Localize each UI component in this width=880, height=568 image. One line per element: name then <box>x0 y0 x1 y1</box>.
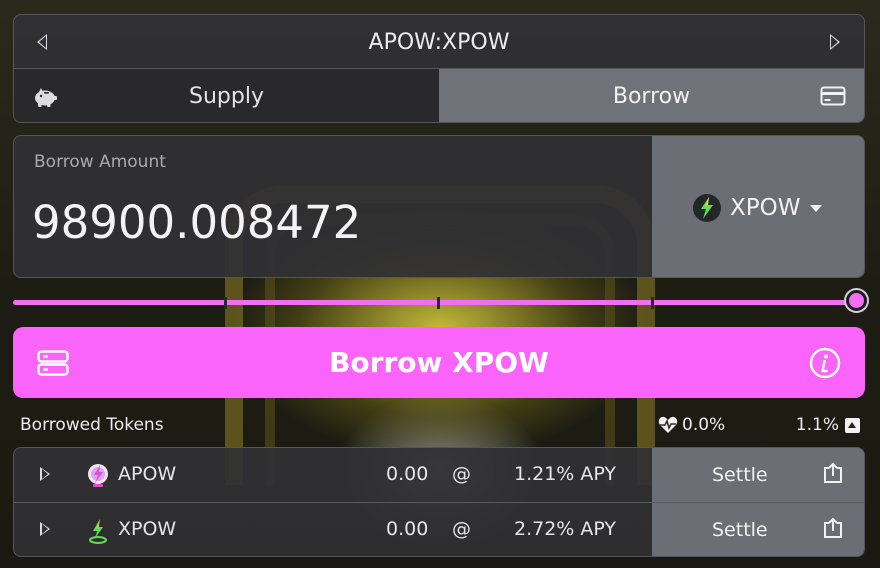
tab-supply-label: Supply <box>189 84 264 109</box>
mode-tabs: Supply Borrow <box>13 68 865 123</box>
pair-title: APOW:XPOW <box>368 30 510 55</box>
borrow-amount-label: Borrow Amount <box>34 152 166 172</box>
token-select[interactable]: XPOW <box>652 136 864 277</box>
slider-thumb[interactable] <box>846 290 867 311</box>
xpow-token-icon <box>89 519 107 544</box>
credit-card-icon <box>820 86 846 106</box>
slider-track <box>13 300 853 305</box>
upload-icon <box>824 517 842 538</box>
expand-row-icon[interactable] <box>40 522 50 536</box>
token-apy: 1.21% APY <box>514 463 617 485</box>
pair-header: APOW:XPOW <box>13 14 865 69</box>
table-row: XPOW 0.00 @ 2.72% APY Settle <box>14 503 864 556</box>
at-symbol: @ <box>452 463 471 485</box>
settle-button[interactable]: Settle <box>652 448 864 502</box>
upload-icon <box>824 462 842 483</box>
info-icon[interactable] <box>809 347 841 379</box>
apow-token-icon <box>88 464 108 487</box>
settle-label: Settle <box>712 464 768 486</box>
slider-tick <box>651 297 654 309</box>
piggy-bank-icon <box>35 88 57 107</box>
amount-slider[interactable] <box>13 290 867 313</box>
tab-borrow-label: Borrow <box>612 84 691 109</box>
chevron-down-icon <box>810 204 823 212</box>
tab-borrow[interactable]: Borrow <box>439 69 864 122</box>
heart-pulse-icon <box>658 416 678 433</box>
limit-indicator: 1.1% <box>796 415 860 435</box>
health-indicator: 0.0% <box>658 415 725 435</box>
slider-tick <box>437 297 440 309</box>
table-row: APOW 0.00 @ 1.21% APY Settle <box>14 448 864 503</box>
tab-supply[interactable]: Supply <box>14 69 439 122</box>
settle-label: Settle <box>712 519 768 541</box>
xpow-token-icon <box>693 194 721 222</box>
token-amount: 0.00 <box>386 518 429 540</box>
token-amount: 0.00 <box>386 463 429 485</box>
borrow-button[interactable]: Borrow XPOW <box>13 327 865 398</box>
at-symbol: @ <box>452 518 471 540</box>
borrowed-tokens-table: APOW 0.00 @ 1.21% APY Settle XPOW 0.00 @… <box>13 447 865 557</box>
token-select-label: XPOW <box>730 195 801 221</box>
token-apy: 2.72% APY <box>514 518 617 540</box>
borrowed-tokens-header: Borrowed Tokens 0.0% 1.1% <box>20 413 860 437</box>
token-symbol: APOW <box>118 463 177 485</box>
borrow-amount-panel: Borrow Amount XPOW <box>13 135 865 278</box>
expand-row-icon[interactable] <box>40 467 50 481</box>
limit-value: 1.1% <box>795 415 839 435</box>
collapse-up-icon[interactable] <box>845 417 860 433</box>
settle-button[interactable]: Settle <box>652 503 864 556</box>
borrowed-tokens-title: Borrowed Tokens <box>20 415 164 435</box>
slider-tick <box>224 297 227 309</box>
chevron-right-icon[interactable] <box>830 34 840 50</box>
health-value: 0.0% <box>682 415 726 435</box>
borrow-button-label: Borrow XPOW <box>329 346 549 379</box>
token-symbol: XPOW <box>118 518 177 540</box>
borrow-amount-input[interactable] <box>32 192 632 252</box>
